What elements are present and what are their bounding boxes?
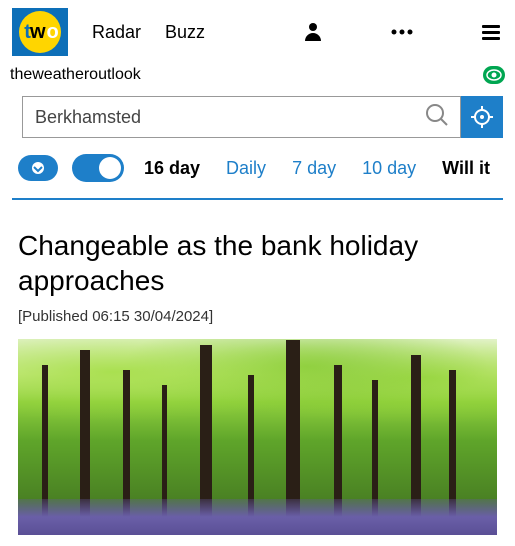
article: Changeable as the bank holiday approache… <box>0 200 515 325</box>
nav-radar[interactable]: Radar <box>92 22 141 43</box>
tab-daily[interactable]: Daily <box>220 158 272 179</box>
search-box <box>22 96 461 138</box>
more-icon[interactable] <box>389 20 415 44</box>
article-hero-image <box>18 339 497 535</box>
search-icon[interactable] <box>414 102 460 133</box>
brand-subtitle: theweatheroutlook <box>10 66 141 84</box>
menu-icon[interactable] <box>479 20 503 44</box>
tab-7day[interactable]: 7 day <box>286 158 342 179</box>
search-input[interactable] <box>23 107 414 128</box>
article-meta: [Published 06:15 30/04/2024] <box>18 308 497 325</box>
nav-buzz[interactable]: Buzz <box>165 22 205 43</box>
user-icon[interactable] <box>301 20 325 44</box>
view-toggle[interactable] <box>72 154 124 182</box>
tab-10day[interactable]: 10 day <box>356 158 422 179</box>
locate-button[interactable] <box>461 96 503 138</box>
tab-willit[interactable]: Will it <box>436 158 496 179</box>
tabs-row: 16 day Daily 7 day 10 day Will it <box>0 144 515 192</box>
dropdown-chip[interactable] <box>18 155 58 181</box>
article-title: Changeable as the bank holiday approache… <box>18 228 497 298</box>
subtitle-bar: theweatheroutlook <box>0 64 515 90</box>
search-row <box>0 90 515 144</box>
tab-16day[interactable]: 16 day <box>138 158 206 179</box>
brand-logo[interactable]: two <box>12 8 68 56</box>
top-bar: two Radar Buzz <box>0 0 515 64</box>
visibility-icon[interactable] <box>483 66 505 84</box>
